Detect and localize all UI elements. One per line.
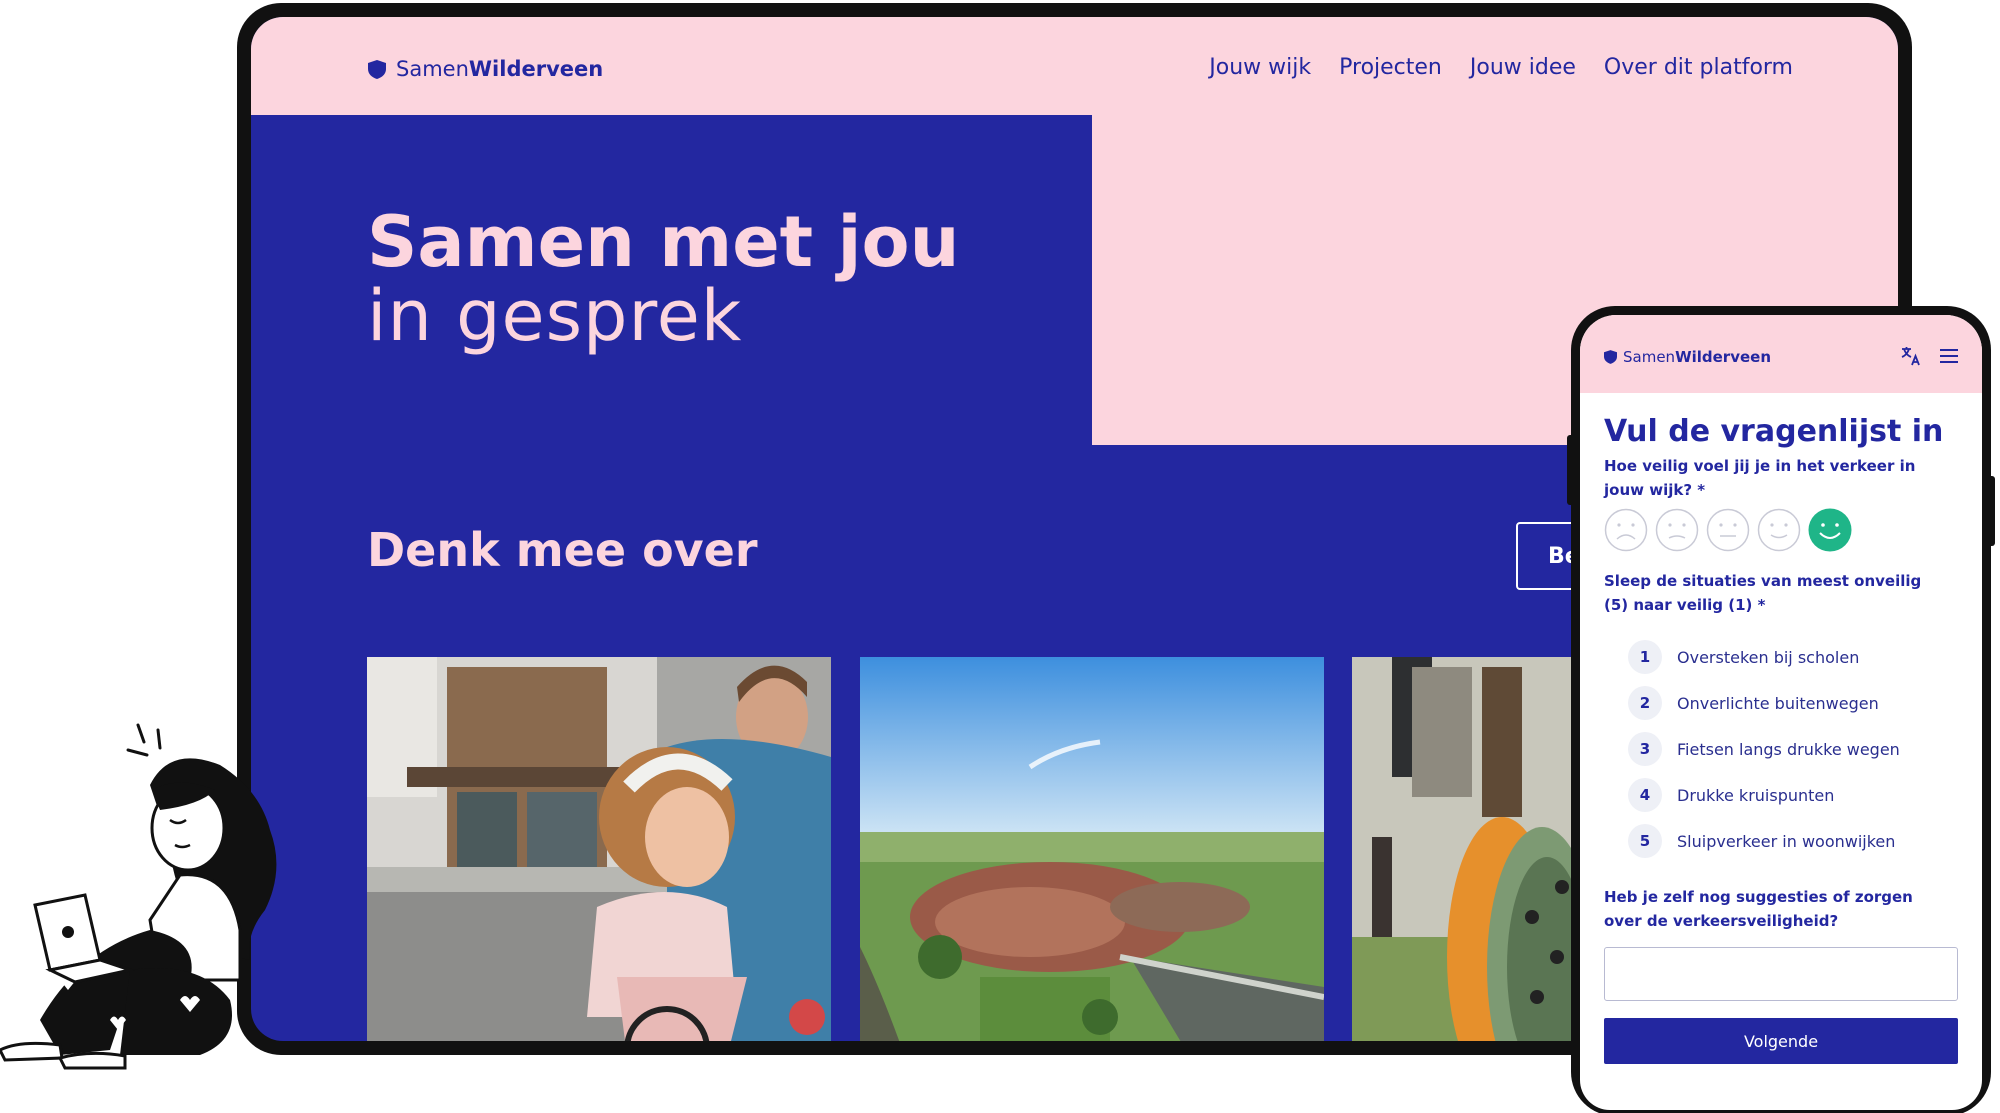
aerial-village-photo [860,657,1324,1041]
translate-icon[interactable] [1900,345,1922,367]
neutral-face-icon[interactable] [1706,508,1750,552]
phone-screen: SamenWilderveen Vul de vragenlijst in Ho… [1580,315,1982,1110]
main-nav: Jouw wijk Projecten Jouw idee Over dit p… [1209,55,1793,80]
section-title: Denk mee over [367,523,758,577]
ranking-item[interactable]: 2 Onverlichte buitenwegen [1628,680,1900,726]
ranking-number: 3 [1628,732,1662,766]
very-sad-face-icon[interactable] [1604,508,1648,552]
woman-with-laptop-illustration [0,723,277,1070]
ranking-label: Oversteken bij scholen [1677,647,1860,667]
phone-header: SamenWilderveen [1580,315,1982,393]
ranking-label: Onverlichte buitenwegen [1677,693,1879,713]
sad-face-icon[interactable] [1655,508,1699,552]
hero-title-line1: Samen met jou [367,201,960,283]
rating-smileys [1604,508,1852,552]
hero-title: Samen met jou in gesprek [367,205,959,353]
logo-text-light: Samen [396,57,469,81]
ranking-item[interactable]: 3 Fietsen langs drukke wegen [1628,726,1900,772]
logo-text-bold: Wilderveen [1675,348,1772,366]
ranking-number: 4 [1628,778,1662,812]
ranking-label: Fietsen langs drukke wegen [1677,739,1900,759]
question-safety-label: Hoe veilig voel jij je in het verkeer in… [1604,457,1916,499]
hero-title-line2: in gesprek [367,275,743,357]
happy-face-icon[interactable] [1757,508,1801,552]
question-suggestions-label: Heb je zelf nog suggesties of zorgen ove… [1604,888,1913,930]
next-button[interactable]: Volgende [1604,1018,1958,1064]
hamburger-menu-icon[interactable] [1938,346,1960,366]
question-ranking-label: Sleep de situaties van meest onveilig (5… [1604,572,1922,614]
questionnaire-title: Vul de vragenlijst in [1604,414,1944,449]
logo-text-light: Samen [1623,348,1676,366]
ranking-list: 1 Oversteken bij scholen 2 Onverlichte b… [1628,634,1900,864]
ranking-number: 2 [1628,686,1662,720]
ranking-item[interactable]: 1 Oversteken bij scholen [1628,634,1900,680]
site-logo[interactable]: SamenWilderveen [368,57,603,81]
ranking-number: 1 [1628,640,1662,674]
nav-link-projecten[interactable]: Projecten [1339,55,1442,80]
ranking-number: 5 [1628,824,1662,858]
phone-device-frame: SamenWilderveen Vul de vragenlijst in Ho… [1571,306,1991,1113]
desktop-header: SamenWilderveen Jouw wijk Projecten Jouw… [251,17,1898,115]
bike-photo [367,657,831,1041]
nav-link-jouw-idee[interactable]: Jouw idee [1470,55,1576,80]
phone-site-logo[interactable]: SamenWilderveen [1604,348,1771,366]
nav-link-jouw-wijk[interactable]: Jouw wijk [1209,55,1311,80]
logo-text-bold: Wilderveen [468,57,604,81]
ranking-item[interactable]: 4 Drukke kruispunten [1628,772,1900,818]
suggestions-input[interactable] [1604,947,1958,1001]
project-card-photo-2[interactable] [860,657,1324,1041]
shield-icon [1604,350,1617,364]
shield-icon [368,59,386,79]
very-happy-face-icon[interactable] [1808,508,1852,552]
ranking-label: Sluipverkeer in woonwijken [1677,831,1896,851]
nav-link-over-dit-platform[interactable]: Over dit platform [1604,55,1793,80]
project-card-photo-1[interactable] [367,657,831,1041]
ranking-label: Drukke kruispunten [1677,785,1835,805]
ranking-item[interactable]: 5 Sluipverkeer in woonwijken [1628,818,1900,864]
